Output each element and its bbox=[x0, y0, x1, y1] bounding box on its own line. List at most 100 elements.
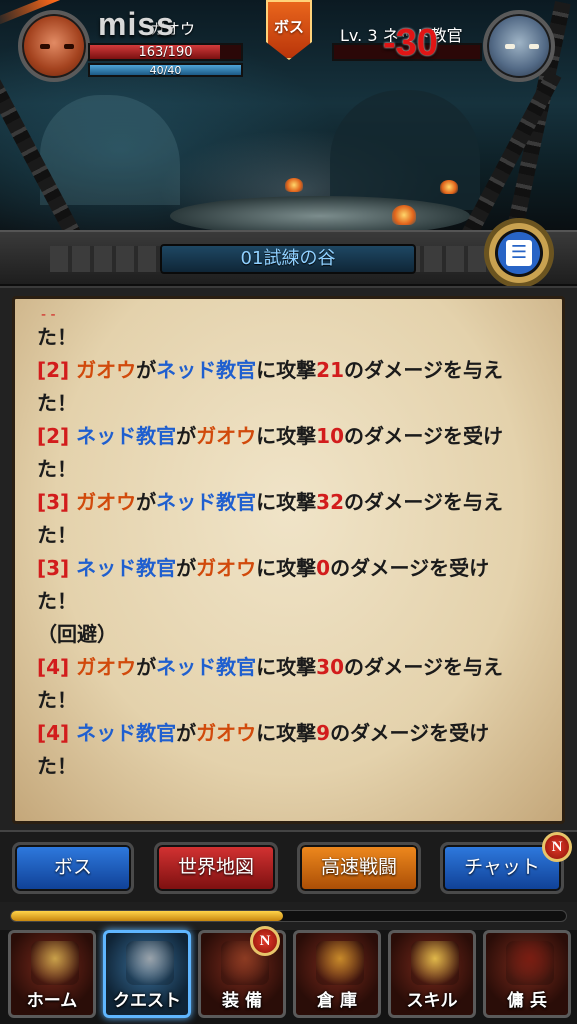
miss-popup: miss bbox=[98, 6, 175, 42]
nav-item-0[interactable]: ホーム bbox=[8, 930, 96, 1018]
log-text-num: 0 bbox=[316, 556, 331, 580]
cave-arch bbox=[330, 90, 480, 210]
nav-new-badge: N bbox=[250, 926, 280, 956]
log-text-plain: のダメージを受け bbox=[330, 721, 490, 745]
hooded-mercenary-icon bbox=[506, 941, 554, 985]
player-portrait[interactable] bbox=[18, 10, 90, 82]
nav-item-label: ホーム bbox=[26, 991, 78, 1011]
log-text-plain: が bbox=[176, 721, 197, 745]
damage-popup: -30 bbox=[383, 22, 438, 64]
battle-log-lines: た！ [2] ガオウがネッド教官に攻撃21のダメージを与え た！ [2] ネッド教官が… bbox=[37, 321, 547, 783]
log-text-plain: のダメージを与え bbox=[344, 490, 504, 514]
battle-scene: ガオウ 163/190 40/40 miss ボス Lv. 3 ネッド教官 -3… bbox=[0, 0, 577, 230]
log-text-num: 10 bbox=[316, 424, 345, 448]
log-text-ally: ガオウ bbox=[76, 358, 137, 382]
enemy-portrait[interactable] bbox=[483, 10, 555, 82]
log-line: [3] ガオウがネッド教官に攻撃32のダメージを与え bbox=[37, 486, 547, 519]
log-text-plain: に攻撃 bbox=[256, 655, 317, 679]
player-mp-text: 40/40 bbox=[149, 64, 182, 77]
log-text-plain: のダメージを与え bbox=[344, 358, 504, 382]
log-text-ally: ガオウ bbox=[76, 490, 137, 514]
log-text-plain: た！ bbox=[37, 589, 77, 613]
log-text-ally: ガオウ bbox=[196, 424, 257, 448]
battle-log-button[interactable]: ☰ bbox=[484, 218, 554, 288]
treasure-chest-icon bbox=[316, 941, 364, 985]
log-text-plain: が bbox=[136, 358, 157, 382]
log-line: [4] ネッド教官がガオウに攻撃9のダメージを受け bbox=[37, 717, 547, 750]
log-line: た！ bbox=[37, 387, 547, 420]
nav-item-label: クエスト bbox=[113, 991, 181, 1011]
log-text-plain: に攻撃 bbox=[256, 556, 317, 580]
stone-platform bbox=[170, 196, 470, 230]
exp-bar-fill bbox=[11, 911, 283, 921]
log-text-tag: [3] bbox=[37, 556, 77, 580]
log-text-foe: ネッド教官 bbox=[156, 358, 257, 382]
log-line: た！ bbox=[37, 750, 547, 783]
nav-item-3[interactable]: 倉 庫 bbox=[293, 930, 381, 1018]
action-bar: ボス 世界地図 高速戦闘 チャット N bbox=[0, 830, 577, 902]
log-text-foe: ネッド教官 bbox=[156, 655, 257, 679]
log-line: た！ bbox=[37, 321, 547, 354]
log-text-plain: た！ bbox=[37, 325, 77, 349]
cave-arch bbox=[40, 95, 180, 205]
log-text-ally: ガオウ bbox=[76, 655, 137, 679]
log-text-plain: が bbox=[136, 490, 157, 514]
boss-button[interactable]: ボス bbox=[12, 842, 134, 894]
battle-log-panel[interactable]: - - た！ [2] ガオウがネッド教官に攻撃21のダメージを与え た！ [2] ネッ… bbox=[12, 296, 565, 824]
log-text-plain: に攻撃 bbox=[256, 721, 317, 745]
log-text-plain: に攻撃 bbox=[256, 358, 317, 382]
log-text-foe: ネッド教官 bbox=[76, 556, 177, 580]
home-shield-icon bbox=[31, 941, 79, 985]
log-text-plain: （回避） bbox=[37, 622, 117, 646]
log-text-plain: が bbox=[176, 556, 197, 580]
spellbook-icon bbox=[411, 941, 459, 985]
log-text-ally: ガオウ bbox=[196, 556, 257, 580]
nav-item-1[interactable]: クエスト bbox=[103, 930, 191, 1018]
log-line: た！ bbox=[37, 519, 547, 552]
nav-item-4[interactable]: スキル bbox=[388, 930, 476, 1018]
log-line: [2] ガオウがネッド教官に攻撃21のダメージを与え bbox=[37, 354, 547, 387]
log-text-plain: た！ bbox=[37, 391, 77, 415]
log-line: [3] ネッド教官がガオウに攻撃0のダメージを受け bbox=[37, 552, 547, 585]
log-text-plain: のダメージを受け bbox=[344, 424, 504, 448]
world-map-button[interactable]: 世界地図 bbox=[154, 842, 278, 894]
log-text-plain: が bbox=[136, 655, 157, 679]
torch-fire bbox=[392, 205, 416, 225]
log-line: た！ bbox=[37, 585, 547, 618]
bottom-nav: ホーム クエスト 装 備 N 倉 庫 スキル 傭 兵 bbox=[0, 926, 577, 1024]
torch-fire bbox=[285, 178, 303, 192]
torch-fire bbox=[440, 180, 458, 194]
log-text-tag: [2] bbox=[37, 424, 77, 448]
log-text-plain: た！ bbox=[37, 523, 77, 547]
exp-bar-wrap bbox=[0, 902, 577, 930]
log-text-foe: ネッド教官 bbox=[76, 424, 177, 448]
log-text-num: 21 bbox=[316, 358, 345, 382]
log-text-tag: [2] bbox=[37, 358, 77, 382]
player-hp-bar: 163/190 bbox=[88, 43, 243, 61]
log-text-foe: ネッド教官 bbox=[156, 490, 257, 514]
log-line: [2] ネッド教官がガオウに攻撃10のダメージを受け bbox=[37, 420, 547, 453]
fast-battle-button[interactable]: 高速戦闘 bbox=[297, 842, 421, 894]
nav-item-label: スキル bbox=[406, 991, 458, 1011]
log-text-tag: [4] bbox=[37, 655, 77, 679]
scroll-log-icon: ☰ bbox=[506, 240, 532, 266]
log-text-ally: ガオウ bbox=[196, 721, 257, 745]
boss-badge-label: ボス bbox=[273, 18, 304, 36]
player-hp-text: 163/190 bbox=[138, 45, 193, 60]
log-line: た！ bbox=[37, 684, 547, 717]
nav-item-label: 倉 庫 bbox=[317, 991, 357, 1011]
log-text-num: 30 bbox=[316, 655, 345, 679]
boss-badge: ボス bbox=[266, 0, 312, 60]
chat-new-badge: N bbox=[542, 832, 572, 862]
exp-bar bbox=[10, 910, 567, 922]
log-text-tag: [4] bbox=[37, 721, 77, 745]
game-screen: ガオウ 163/190 40/40 miss ボス Lv. 3 ネッド教官 -3… bbox=[0, 0, 577, 1024]
log-text-plain: が bbox=[176, 424, 197, 448]
nav-item-label: 装 備 bbox=[222, 991, 262, 1011]
player-mp-bar: 40/40 bbox=[88, 63, 243, 77]
crossed-swords-icon bbox=[126, 941, 174, 985]
nav-item-5[interactable]: 傭 兵 bbox=[483, 930, 571, 1018]
nav-item-label: 傭 兵 bbox=[507, 991, 547, 1011]
log-text-foe: ネッド教官 bbox=[76, 721, 177, 745]
battle-log-frame: - - た！ [2] ガオウがネッド教官に攻撃21のダメージを与え た！ [2] ネッ… bbox=[0, 286, 577, 830]
